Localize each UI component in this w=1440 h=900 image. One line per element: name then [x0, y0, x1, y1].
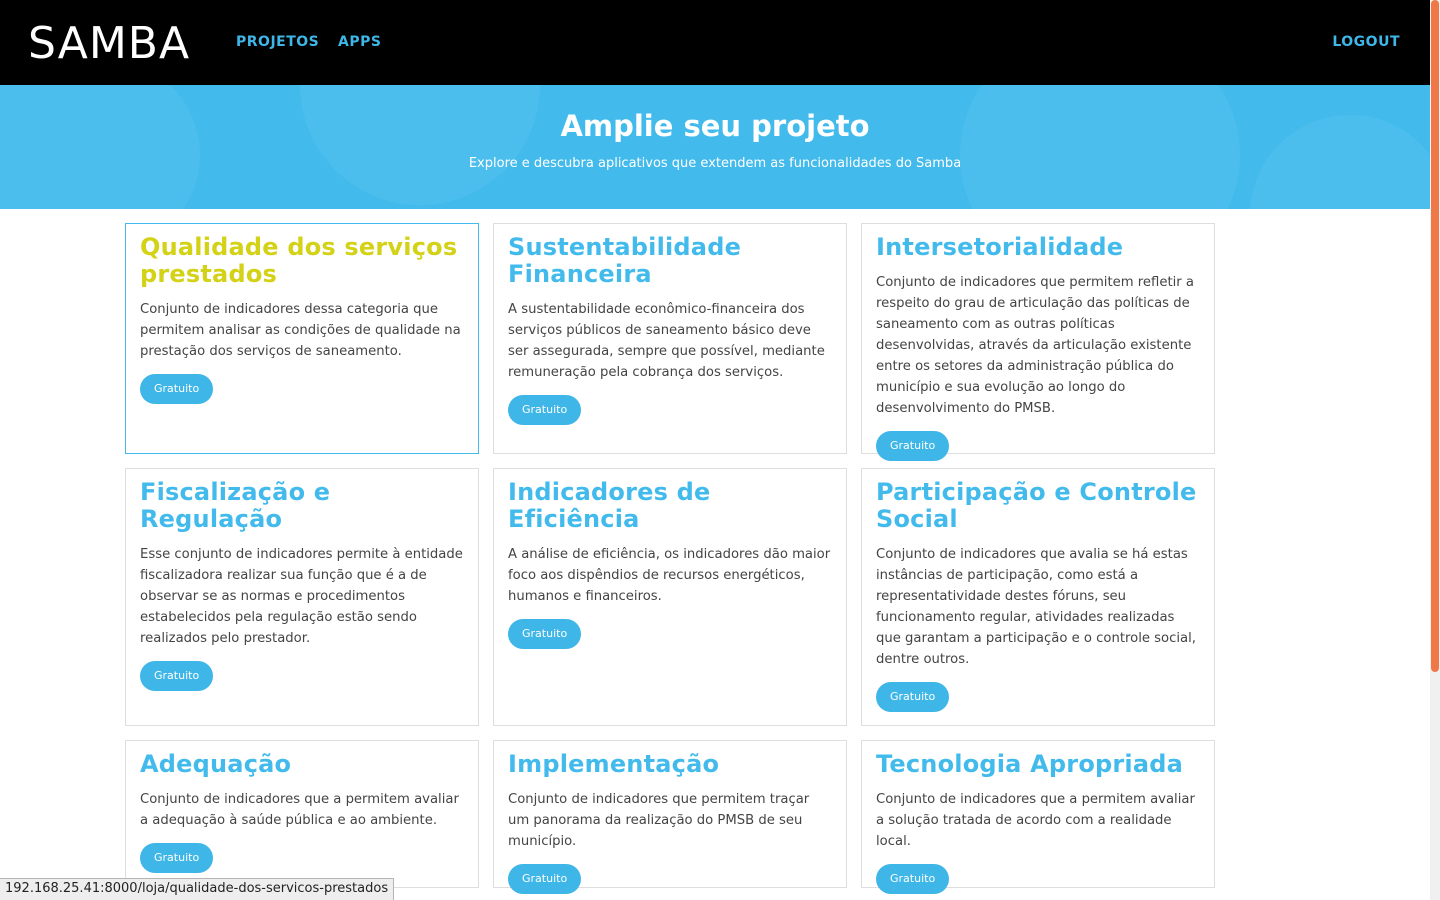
gratuito-badge[interactable]: Gratuito	[140, 843, 214, 873]
card-title[interactable]: Sustentabilidade Financeira	[508, 234, 832, 288]
app-card-participacao[interactable]: Participação e Controle Social Conjunto …	[861, 468, 1215, 726]
card-description: Conjunto de indicadores que a permitem a…	[140, 792, 459, 828]
card-description: A análise de eficiência, os indicadores …	[508, 547, 831, 604]
gratuito-badge[interactable]: Gratuito	[140, 661, 214, 691]
hero-decoration	[0, 85, 200, 209]
card-title[interactable]: Tecnologia Apropriada	[876, 751, 1200, 778]
card-description: Conjunto de indicadores que permitem ref…	[876, 275, 1194, 416]
card-description: Conjunto de indicadores que a permitem a…	[876, 792, 1195, 849]
gratuito-badge[interactable]: Gratuito	[140, 374, 214, 404]
app-card-fiscalizacao[interactable]: Fiscalização e Regulação Esse conjunto d…	[125, 468, 479, 726]
page-subtitle: Explore e descubra aplicativos que exten…	[468, 156, 962, 171]
app-card-qualidade[interactable]: Qualidade dos serviços prestados Conjunt…	[125, 223, 479, 454]
card-title[interactable]: Implementação	[508, 751, 832, 778]
card-title[interactable]: Qualidade dos serviços prestados	[140, 234, 464, 288]
hero-decoration	[300, 85, 540, 205]
samba-logo[interactable]: SAMBA	[28, 22, 190, 66]
gratuito-badge[interactable]: Gratuito	[508, 619, 582, 649]
app-card-adequacao[interactable]: Adequação Conjunto de indicadores que a …	[125, 740, 479, 888]
nav-apps-link[interactable]: APPS	[338, 34, 381, 50]
app-card-sustentabilidade[interactable]: Sustentabilidade Financeira A sustentabi…	[493, 223, 847, 454]
nav-logout-link[interactable]: LOGOUT	[1332, 34, 1400, 50]
card-description: Esse conjunto de indicadores permite à e…	[140, 547, 463, 646]
app-card-intersetorialidade[interactable]: Intersetorialidade Conjunto de indicador…	[861, 223, 1215, 461]
card-title[interactable]: Intersetorialidade	[876, 234, 1200, 261]
app-card-tecnologia[interactable]: Tecnologia Apropriada Conjunto de indica…	[861, 740, 1215, 894]
gratuito-badge[interactable]: Gratuito	[876, 431, 950, 461]
app-card-implementacao[interactable]: Implementação Conjunto de indicadores qu…	[493, 740, 847, 894]
gratuito-badge[interactable]: Gratuito	[876, 864, 950, 894]
page-scrollbar[interactable]	[1430, 0, 1440, 900]
card-description: Conjunto de indicadores que permitem tra…	[508, 792, 810, 849]
link-status-url: 192.168.25.41:8000/loja/qualidade-dos-se…	[0, 878, 395, 900]
gratuito-badge[interactable]: Gratuito	[876, 682, 950, 712]
hero-banner: Amplie seu projeto Explore e descubra ap…	[0, 85, 1430, 209]
gratuito-badge[interactable]: Gratuito	[508, 864, 582, 894]
card-description: Conjunto de indicadores que avalia se há…	[876, 547, 1196, 667]
app-card-eficiencia[interactable]: Indicadores de Eficiência A análise de e…	[493, 468, 847, 726]
gratuito-badge[interactable]: Gratuito	[508, 395, 582, 425]
scrollbar-thumb[interactable]	[1431, 0, 1439, 672]
hero-decoration	[960, 85, 1240, 209]
top-navbar: SAMBA PROJETOS APPS LOGOUT	[0, 0, 1430, 85]
card-title[interactable]: Adequação	[140, 751, 464, 778]
card-description: Conjunto de indicadores dessa categoria …	[140, 302, 461, 359]
page-title: Amplie seu projeto	[560, 109, 870, 143]
card-title[interactable]: Indicadores de Eficiência	[508, 479, 832, 533]
card-title[interactable]: Participação e Controle Social	[876, 479, 1200, 533]
nav-projetos-link[interactable]: PROJETOS	[236, 34, 319, 50]
card-title[interactable]: Fiscalização e Regulação	[140, 479, 464, 533]
card-description: A sustentabilidade econômico-financeira …	[508, 302, 825, 380]
